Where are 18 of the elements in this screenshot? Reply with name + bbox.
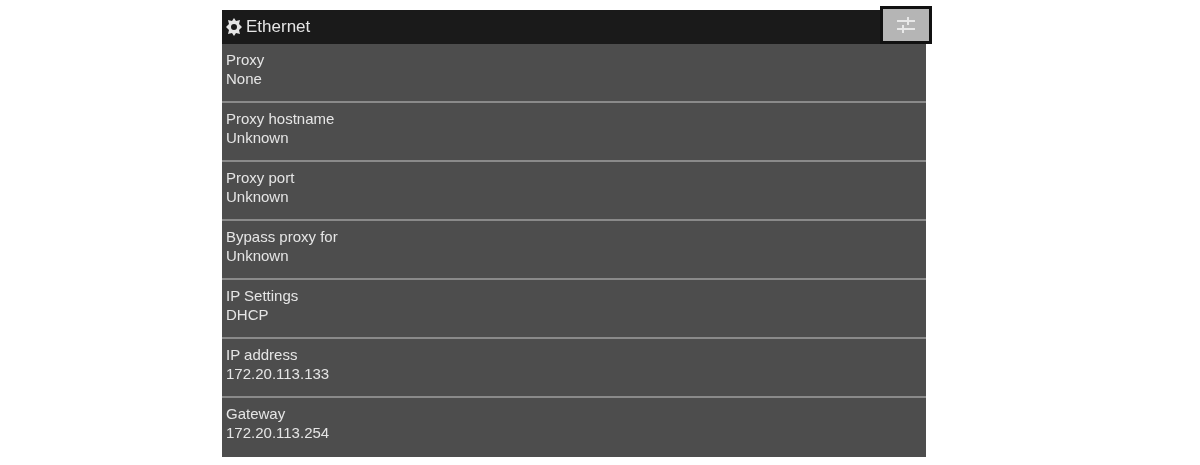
row-label: IP Settings bbox=[226, 286, 299, 305]
header-title: Ethernet bbox=[246, 16, 311, 39]
row-value: Unknown bbox=[226, 246, 289, 265]
row-label: IP address bbox=[226, 345, 298, 364]
row-value: DHCP bbox=[226, 305, 269, 324]
row-value: 172.20.113.254 bbox=[226, 423, 330, 442]
row-label: Gateway bbox=[226, 404, 286, 423]
row-label: Proxy port bbox=[226, 168, 295, 187]
sliders-icon bbox=[895, 15, 917, 35]
row-label: Bypass proxy for bbox=[226, 227, 338, 246]
row-value: 172.20.113.133 bbox=[226, 364, 330, 383]
row-value: None bbox=[226, 69, 262, 88]
row-value: Unknown bbox=[226, 187, 289, 206]
row-label: Proxy bbox=[226, 50, 265, 69]
settings-button[interactable] bbox=[880, 6, 932, 44]
row-label: Proxy hostname bbox=[226, 109, 335, 128]
row-value: Unknown bbox=[226, 128, 289, 147]
gear-icon bbox=[226, 18, 242, 36]
